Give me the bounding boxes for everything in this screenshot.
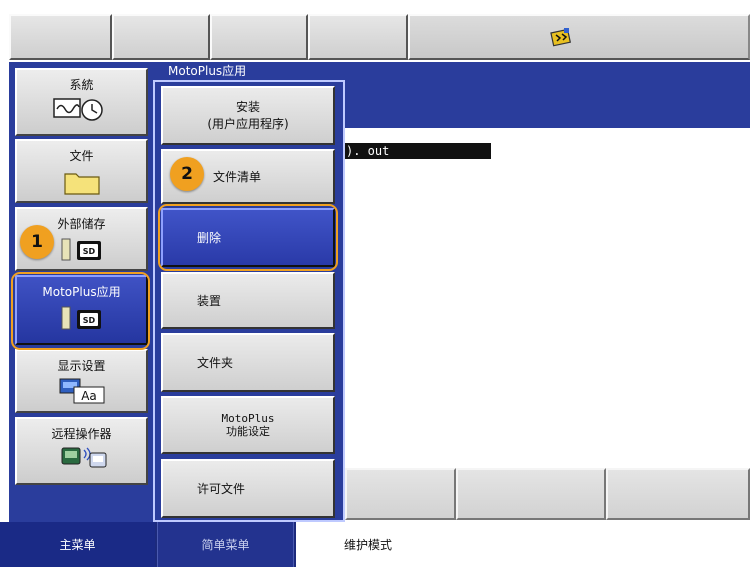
submenu-folder[interactable]: 文件夹 (161, 333, 335, 392)
submenu-install-line1: 安装 (235, 99, 260, 114)
main-menu-file[interactable]: 文件 (15, 139, 148, 203)
submenu-label: 文件夹 (197, 356, 234, 370)
callout-2: 2 (170, 157, 204, 191)
svg-text:Aa: Aa (81, 389, 97, 403)
robot-status-icon (550, 28, 571, 47)
submenu-install[interactable]: 安装 (用户应用程序) (161, 86, 335, 145)
status-cell-1 (345, 468, 456, 520)
callout-2-number: 2 (181, 164, 193, 184)
svg-text:SD: SD (82, 247, 95, 256)
status-cell-2 (456, 468, 606, 520)
main-menu-remote-pendant[interactable]: 远程操作器 (15, 417, 148, 485)
submenu-device[interactable]: 装置 (161, 272, 335, 329)
status-mode-label: 维护模式 (344, 538, 393, 552)
submenu-settings-line2: 功能设定 (226, 425, 270, 438)
toolbar-button-4[interactable] (308, 14, 408, 60)
callout-1-number: 1 (31, 232, 43, 252)
submenu-label: 装置 (197, 294, 222, 308)
toolbar-button-1[interactable] (9, 14, 112, 60)
submenu-label: 许可文件 (197, 482, 246, 496)
simple-menu-tab[interactable]: 简单菜单 (157, 522, 294, 567)
status-icon-area (408, 14, 750, 60)
simple-menu-tab-label: 简单菜单 (201, 538, 250, 552)
submenu-install-line2: (用户应用程序) (207, 116, 289, 131)
highlight-delete (158, 204, 338, 271)
main-menu-label: 远程操作器 (51, 427, 112, 441)
main-menu-label: 显示设置 (57, 359, 106, 373)
clock-wave-icon (52, 98, 103, 121)
main-menu-label: 文件 (69, 149, 94, 163)
status-mode: 维护模式 (296, 522, 750, 567)
remote-pendant-icon (61, 447, 106, 468)
folder-icon (63, 173, 100, 195)
submenu-license-file[interactable]: 许可文件 (161, 459, 335, 518)
callout-1: 1 (20, 225, 54, 259)
main-menu-display-settings[interactable]: 显示设置 Aa (15, 349, 148, 413)
main-menu-system[interactable]: 系統 (15, 68, 148, 136)
file-list-item[interactable]: ). out (345, 143, 491, 159)
toolbar-button-3[interactable] (210, 14, 308, 60)
highlight-motoplus (11, 272, 150, 350)
sd-card-icon: SD (61, 238, 101, 261)
content-title: MotoPlus应用 (156, 62, 750, 80)
display-text-icon: Aa (59, 378, 104, 404)
submenu-settings-line1: MotoPlus (221, 412, 275, 425)
main-menu-tab[interactable]: 主菜单 (0, 522, 155, 567)
status-cell-3 (606, 468, 750, 520)
main-menu-tab-label: 主菜单 (59, 538, 96, 552)
submenu-motoplus-settings[interactable]: MotoPlus 功能设定 (161, 396, 335, 454)
main-menu-label: 系統 (69, 78, 94, 92)
toolbar-button-2[interactable] (112, 14, 210, 60)
